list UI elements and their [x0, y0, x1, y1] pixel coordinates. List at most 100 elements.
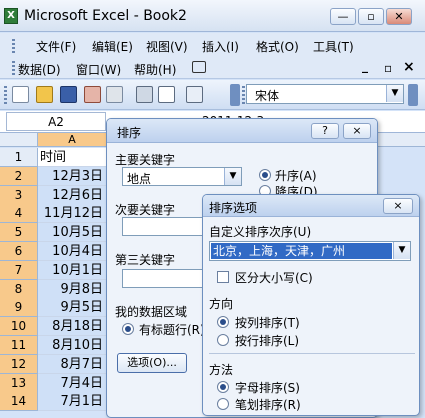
row-header[interactable]: 2	[0, 167, 38, 186]
by-stroke-radio[interactable]	[217, 398, 229, 410]
save-icon[interactable]	[60, 86, 77, 103]
row-header[interactable]: 13	[0, 374, 38, 393]
menu-grip[interactable]	[12, 39, 15, 55]
chevron-down-icon[interactable]: ▼	[224, 168, 241, 185]
new-document-icon[interactable]	[12, 86, 29, 103]
cell-a[interactable]: 10月1日	[38, 261, 106, 280]
row-header[interactable]: 1	[0, 148, 38, 167]
custom-order-select[interactable]: 北京，上海，天津，广州 ▼	[209, 241, 411, 261]
sort-dialog-close-button[interactable]: ×	[343, 123, 371, 139]
secondary-key-label: 次要关键字	[115, 203, 176, 217]
formatting-grip[interactable]	[242, 86, 245, 104]
direction-label: 方向	[209, 297, 234, 311]
cell-a[interactable]: 时间	[38, 148, 106, 167]
primary-key-label: 主要关键字	[115, 153, 176, 167]
cell-a[interactable]: 8月7日	[38, 355, 106, 374]
camera-icon[interactable]	[192, 61, 206, 73]
row-header[interactable]: 8	[0, 280, 38, 299]
doc-minimize-button[interactable]: _	[362, 59, 368, 73]
cell-a[interactable]: 12月3日	[38, 167, 106, 186]
header-row-label[interactable]: 有标题行(R)	[139, 321, 205, 338]
menu-file[interactable]: 文件(F)	[36, 38, 76, 55]
cell-a[interactable]: 10月4日	[38, 242, 106, 261]
row-header[interactable]: 9	[0, 298, 38, 317]
case-sensitive-checkbox[interactable]	[217, 271, 229, 283]
toolbar-grip[interactable]	[4, 86, 7, 104]
email-icon[interactable]	[106, 86, 123, 103]
row-header[interactable]: 5	[0, 223, 38, 242]
method-label: 方法	[209, 363, 234, 377]
menu-format[interactable]: 格式(O)	[256, 38, 299, 55]
row-header[interactable]: 7	[0, 261, 38, 280]
sort-options-titlebar[interactable]: 排序选项 ×	[203, 195, 419, 217]
case-sensitive-label[interactable]: 区分大小写(C)	[235, 269, 313, 286]
doc-close-button[interactable]: ×	[403, 59, 415, 75]
by-row-radio[interactable]	[217, 334, 229, 346]
select-all-corner[interactable]	[0, 133, 38, 147]
name-box[interactable]: A2	[6, 112, 106, 131]
cell-a[interactable]: 8月18日	[38, 317, 106, 336]
cell-a[interactable]: 7月4日	[38, 374, 106, 393]
sort-dialog-titlebar[interactable]: 排序 ? ×	[107, 119, 377, 143]
chevron-down-icon[interactable]: ▼	[393, 242, 410, 259]
sort-dialog-title: 排序	[117, 126, 142, 140]
cell-a[interactable]: 9月8日	[38, 280, 106, 299]
by-column-radio[interactable]	[217, 316, 229, 328]
by-row-label[interactable]: 按行排序(L)	[235, 332, 299, 349]
restore-button[interactable]: ▫	[358, 8, 384, 25]
menu-view[interactable]: 视图(V)	[146, 38, 188, 55]
custom-order-value: 北京，上海，天津，广州	[211, 243, 392, 259]
title-bar: X Microsoft Excel - Book2 — ▫ ✕	[0, 0, 425, 32]
menu-insert[interactable]: 插入(I)	[202, 38, 239, 55]
print-icon[interactable]	[136, 86, 153, 103]
data-range-label: 我的数据区域	[115, 305, 188, 319]
row-header[interactable]: 6	[0, 242, 38, 261]
menu-window[interactable]: 窗口(W)	[76, 61, 121, 78]
cell-a[interactable]: 10月5日	[38, 223, 106, 242]
options-button[interactable]: 选项(O)...	[117, 353, 187, 373]
toolbar-options-icon[interactable]	[230, 84, 240, 106]
font-name-select[interactable]: 宋体 ▼	[246, 84, 404, 104]
doc-restore-button[interactable]: ▫	[384, 61, 392, 75]
close-button[interactable]: ✕	[386, 8, 412, 25]
divider	[209, 353, 415, 354]
cell-a[interactable]: 7月1日	[38, 392, 106, 411]
row-header[interactable]: 4	[0, 204, 38, 223]
by-letter-radio[interactable]	[217, 381, 229, 393]
ascending-label[interactable]: 升序(A)	[275, 167, 317, 184]
primary-key-select[interactable]: 地点 ▼	[122, 167, 242, 186]
row-header[interactable]: 3	[0, 186, 38, 205]
chevron-down-icon[interactable]: ▼	[386, 85, 403, 102]
cell-a[interactable]: 11月12日	[38, 204, 106, 223]
open-folder-icon[interactable]	[36, 86, 53, 103]
menu-edit[interactable]: 编辑(E)	[92, 38, 133, 55]
help-button[interactable]: ?	[311, 123, 339, 139]
by-column-label[interactable]: 按列排序(T)	[235, 314, 300, 331]
cell-a[interactable]: 9月5日	[38, 298, 106, 317]
cell-a[interactable]: 8月10日	[38, 336, 106, 355]
ascending-radio[interactable]	[259, 169, 271, 181]
menu-grip-2[interactable]	[12, 61, 15, 75]
row-header[interactable]: 11	[0, 336, 38, 355]
sort-options-dialog: 排序选项 × 自定义排序次序(U) 北京，上海，天津，广州 ▼ 区分大小写(C)…	[202, 194, 420, 416]
permission-icon[interactable]	[84, 86, 101, 103]
column-header-a[interactable]: A	[38, 133, 106, 147]
row-header[interactable]: 14	[0, 392, 38, 411]
sort-options-close-button[interactable]: ×	[383, 198, 413, 214]
menu-bar: 文件(F) 编辑(E) 视图(V) 插入(I) 格式(O) 工具(T) 数据(D…	[0, 33, 425, 79]
header-row-radio[interactable]	[122, 323, 134, 335]
by-stroke-label[interactable]: 笔划排序(R)	[235, 396, 301, 413]
menu-tools[interactable]: 工具(T)	[313, 38, 354, 55]
by-letter-label[interactable]: 字母排序(S)	[235, 379, 300, 396]
row-header[interactable]: 10	[0, 317, 38, 336]
cell-a[interactable]: 12月6日	[38, 186, 106, 205]
menu-help[interactable]: 帮助(H)	[134, 61, 176, 78]
row-header[interactable]: 12	[0, 355, 38, 374]
spelling-icon[interactable]	[186, 86, 203, 103]
toolbar-options-icon-2[interactable]	[408, 84, 418, 106]
tertiary-key-label: 第三关键字	[115, 253, 176, 267]
minimize-button[interactable]: —	[330, 8, 356, 25]
print-preview-icon[interactable]	[158, 86, 175, 103]
menu-data[interactable]: 数据(D)	[18, 61, 61, 78]
primary-key-value: 地点	[127, 172, 152, 186]
